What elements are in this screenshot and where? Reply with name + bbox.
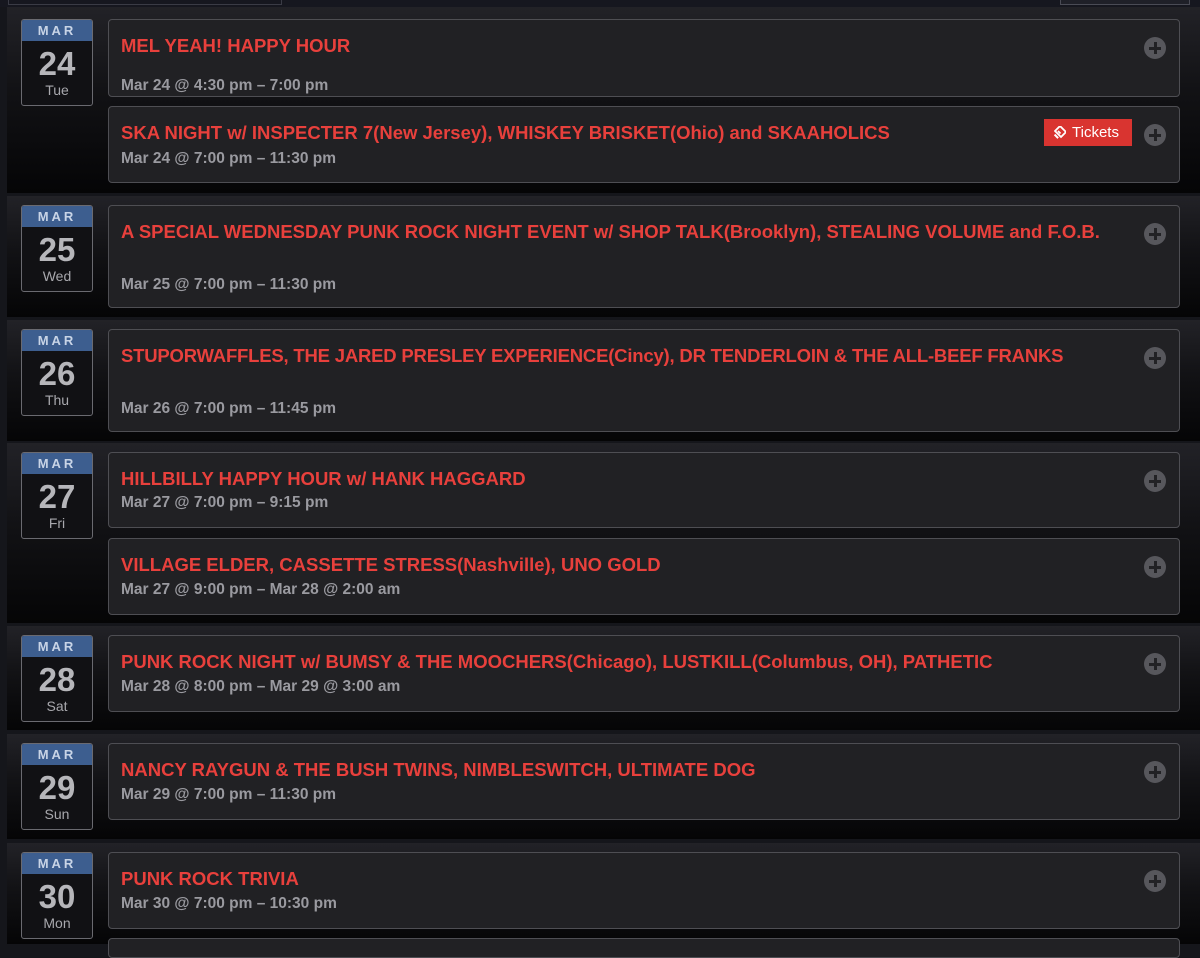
event-title[interactable]: SKA NIGHT w/ INSPECTER 7(New Jersey), WH…: [121, 119, 1151, 146]
date-weekday: Mon: [43, 915, 71, 931]
event-time: Mar 25 @ 7:00 pm – 11:30 pm: [121, 276, 336, 293]
event-title[interactable]: PUNK ROCK NIGHT w/ BUMSY & THE MOOCHERS(…: [121, 648, 1151, 675]
date-day: 25: [38, 231, 76, 268]
event-time: Mar 29 @ 7:00 pm – 11:30 pm: [121, 786, 336, 803]
day-row: MAR 24 Tue MEL YEAH! HAPPY HOUR Mar 24 @…: [7, 7, 1200, 193]
date-badge: MAR 29 Sun: [21, 743, 93, 830]
event-card[interactable]: HILLBILLY HAPPY HOUR w/ HANK HAGGARD Mar…: [108, 452, 1180, 528]
tickets-button[interactable]: Tickets: [1044, 119, 1132, 146]
event-title[interactable]: HILLBILLY HAPPY HOUR w/ HANK HAGGARD: [121, 465, 1151, 492]
event-time: Mar 26 @ 7:00 pm – 11:45 pm: [121, 400, 336, 417]
date-month: MAR: [22, 330, 92, 351]
event-card-next[interactable]: [108, 938, 1180, 958]
expand-plus-icon[interactable]: [1144, 470, 1166, 492]
expand-plus-icon[interactable]: [1144, 653, 1166, 675]
event-title[interactable]: PUNK ROCK TRIVIA: [121, 865, 1151, 892]
event-time: Mar 27 @ 7:00 pm – 9:15 pm: [121, 494, 329, 511]
date-month: MAR: [22, 744, 92, 765]
date-day: 30: [38, 878, 76, 915]
date-month: MAR: [22, 20, 92, 41]
date-weekday: Sun: [44, 806, 70, 822]
event-card[interactable]: PUNK ROCK TRIVIA Mar 30 @ 7:00 pm – 10:3…: [108, 852, 1180, 929]
date-day: 29: [38, 769, 76, 806]
day-row: MAR 30 Mon PUNK ROCK TRIVIA Mar 30 @ 7:0…: [7, 843, 1200, 958]
date-weekday: Tue: [45, 82, 69, 98]
event-title[interactable]: STUPORWAFFLES, THE JARED PRESLEY EXPERIE…: [121, 342, 1146, 369]
event-time: Mar 24 @ 7:00 pm – 11:30 pm: [121, 150, 336, 167]
date-weekday: Sat: [46, 698, 68, 714]
event-time: Mar 24 @ 4:30 pm – 7:00 pm: [121, 77, 329, 94]
event-title[interactable]: NANCY RAYGUN & THE BUSH TWINS, NIMBLESWI…: [121, 756, 1151, 783]
top-nav-control-right[interactable]: [1060, 0, 1190, 5]
date-month: MAR: [22, 206, 92, 227]
tickets-label: Tickets: [1072, 124, 1119, 141]
date-month: MAR: [22, 853, 92, 874]
event-card[interactable]: PUNK ROCK NIGHT w/ BUMSY & THE MOOCHERS(…: [108, 635, 1180, 712]
date-badge: MAR 28 Sat: [21, 635, 93, 722]
date-weekday: Fri: [48, 515, 66, 531]
expand-plus-icon[interactable]: [1144, 347, 1166, 369]
event-title[interactable]: A SPECIAL WEDNESDAY PUNK ROCK NIGHT EVEN…: [121, 218, 1151, 245]
event-title[interactable]: MEL YEAH! HAPPY HOUR: [121, 32, 1151, 59]
event-card[interactable]: NANCY RAYGUN & THE BUSH TWINS, NIMBLESWI…: [108, 743, 1180, 820]
date-day: 26: [38, 355, 76, 392]
date-month: MAR: [22, 636, 92, 657]
date-day: 27: [38, 478, 76, 515]
date-month: MAR: [22, 453, 92, 474]
ticket-icon: [1054, 126, 1066, 139]
day-row: MAR 29 Sun NANCY RAYGUN & THE BUSH TWINS…: [7, 734, 1200, 839]
event-card[interactable]: VILLAGE ELDER, CASSETTE STRESS(Nashville…: [108, 538, 1180, 615]
event-title[interactable]: VILLAGE ELDER, CASSETTE STRESS(Nashville…: [121, 551, 1151, 578]
event-card[interactable]: SKA NIGHT w/ INSPECTER 7(New Jersey), WH…: [108, 106, 1180, 183]
date-badge: MAR 26 Thu: [21, 329, 93, 416]
event-card[interactable]: STUPORWAFFLES, THE JARED PRESLEY EXPERIE…: [108, 329, 1180, 432]
event-time: Mar 28 @ 8:00 pm – Mar 29 @ 3:00 am: [121, 678, 401, 695]
expand-plus-icon[interactable]: [1144, 124, 1166, 146]
date-badge: MAR 25 Wed: [21, 205, 93, 292]
event-time: Mar 30 @ 7:00 pm – 10:30 pm: [121, 895, 337, 912]
date-badge: MAR 27 Fri: [21, 452, 93, 539]
date-day: 24: [38, 45, 76, 82]
expand-plus-icon[interactable]: [1144, 223, 1166, 245]
date-day: 28: [38, 661, 76, 698]
day-row: MAR 26 Thu STUPORWAFFLES, THE JARED PRES…: [7, 320, 1200, 441]
top-nav-strip: [0, 0, 1200, 7]
event-card[interactable]: A SPECIAL WEDNESDAY PUNK ROCK NIGHT EVEN…: [108, 205, 1180, 308]
date-badge: MAR 24 Tue: [21, 19, 93, 106]
expand-plus-icon[interactable]: [1144, 37, 1166, 59]
date-weekday: Thu: [44, 392, 70, 408]
date-weekday: Wed: [42, 268, 72, 284]
top-nav-control-left[interactable]: [8, 0, 282, 5]
expand-plus-icon[interactable]: [1144, 556, 1166, 578]
date-badge: MAR 30 Mon: [21, 852, 93, 939]
event-time: Mar 27 @ 9:00 pm – Mar 28 @ 2:00 am: [121, 581, 401, 598]
expand-plus-icon[interactable]: [1144, 761, 1166, 783]
event-card[interactable]: MEL YEAH! HAPPY HOUR Mar 24 @ 4:30 pm – …: [108, 19, 1180, 97]
day-row: MAR 27 Fri HILLBILLY HAPPY HOUR w/ HANK …: [7, 443, 1200, 623]
day-row: MAR 25 Wed A SPECIAL WEDNESDAY PUNK ROCK…: [7, 196, 1200, 317]
day-row: MAR 28 Sat PUNK ROCK NIGHT w/ BUMSY & TH…: [7, 626, 1200, 730]
expand-plus-icon[interactable]: [1144, 870, 1166, 892]
